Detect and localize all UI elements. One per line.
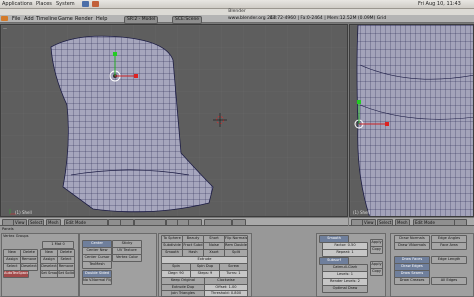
viewport-right-header: View Select Mesh Edit Mode	[349, 217, 474, 226]
system-top-panel: Applications Places System Fri Aug 10, 1…	[0, 0, 474, 9]
clock[interactable]: Fri Aug 10, 11:43	[418, 1, 461, 7]
pivot-icon[interactable]	[120, 219, 134, 226]
panels-label[interactable]: Panels	[2, 227, 14, 231]
copy-button-2[interactable]: Copy	[370, 268, 383, 276]
repeat-field[interactable]: Repeat: 1	[322, 249, 368, 257]
vertex-groups-label: Vertex Groups	[3, 234, 29, 238]
render-preview-icon[interactable]	[232, 219, 246, 226]
viewport-left-canvas[interactable]	[1, 25, 348, 217]
menu-help[interactable]: Help	[96, 16, 107, 22]
mode-selector-right[interactable]: Edit Mode	[413, 219, 455, 226]
vertex-color-button[interactable]: Vertex Color	[112, 254, 142, 262]
viewport-left[interactable]: — (1) Shell	[0, 24, 348, 217]
scene-stats: Ed:72-4960 | Fa:0-2464 | Mem:12.52M (0.0…	[270, 16, 387, 21]
menu-game[interactable]: Game	[58, 16, 73, 22]
info-header: File Add Timeline Game Render Help SR:2 …	[0, 15, 474, 24]
no-vnormal-flip-button[interactable]: No V.Normal Flip	[82, 277, 112, 285]
scene-selector[interactable]: SCE:Scene	[172, 16, 203, 24]
edge-length-button[interactable]: Edge Length	[431, 256, 467, 264]
viewport-left-header: View Select Mesh Edit Mode	[0, 217, 348, 226]
places-menu[interactable]: Places	[36, 1, 52, 7]
mesh-menu[interactable]: Mesh	[46, 219, 61, 226]
menu-render[interactable]: Render	[75, 16, 93, 22]
view-menu-right[interactable]: View	[362, 219, 376, 226]
menu-timeline[interactable]: Timeline	[36, 16, 57, 22]
viewport-right[interactable]: (1) Shell	[349, 24, 474, 217]
view-menu[interactable]: View	[13, 219, 27, 226]
draw-creases-button[interactable]: Draw Creases	[394, 277, 430, 285]
menu-file[interactable]: File	[12, 16, 20, 22]
viewport-left-topbar: —	[3, 26, 7, 31]
chair-shell-closeup-mesh[interactable]	[356, 25, 474, 217]
layer-buttons[interactable]	[134, 219, 166, 226]
proportional-edit-button[interactable]	[204, 219, 232, 226]
optimal-draw-button[interactable]: Optimal Draw	[322, 285, 368, 293]
mesh-menu-right[interactable]: Mesh	[395, 219, 410, 226]
set-smooth-button[interactable]: Set Smooth	[40, 270, 58, 278]
all-edges-button[interactable]: All Edges	[431, 277, 467, 285]
draw-type-icon-right[interactable]	[454, 219, 467, 226]
launcher-icon[interactable]	[82, 1, 89, 7]
viewport-right-object-label: (1) Shell	[353, 210, 370, 215]
blender-url: www.blender.org 247	[228, 16, 276, 21]
face-select-icon[interactable]	[188, 219, 202, 226]
viewport-right-canvas[interactable]	[350, 25, 474, 217]
applications-menu[interactable]: Applications	[2, 1, 33, 7]
viewport-left-object-label: (1) Shell	[15, 210, 32, 215]
buttons-window: Panels Vertex Groups 1 Mat 0 New Delete …	[0, 226, 474, 297]
copy-button-1[interactable]: Copy	[370, 246, 383, 254]
draw-vnormals-button[interactable]: Draw VNormals	[394, 242, 430, 250]
face-area-button[interactable]: Face Area	[431, 242, 467, 250]
autotexspace-button[interactable]: AutoTexSpace	[3, 270, 29, 278]
texmesh-button[interactable]: TexMesh	[82, 261, 112, 269]
material-index-field[interactable]: 1 Mat 0	[42, 241, 74, 249]
system-menu[interactable]: System	[56, 1, 75, 7]
menu-add[interactable]: Add	[24, 16, 34, 22]
set-solid-button[interactable]: Set Solid	[57, 270, 75, 278]
select-menu[interactable]: Select	[28, 219, 45, 226]
firefox-icon[interactable]	[92, 1, 99, 7]
screen-selector[interactable]: SR:2 - Model	[124, 16, 159, 24]
mode-selector[interactable]: Edit Mode	[64, 219, 108, 226]
blender-logo-icon	[1, 16, 8, 21]
select-menu-right[interactable]: Select	[377, 219, 394, 226]
